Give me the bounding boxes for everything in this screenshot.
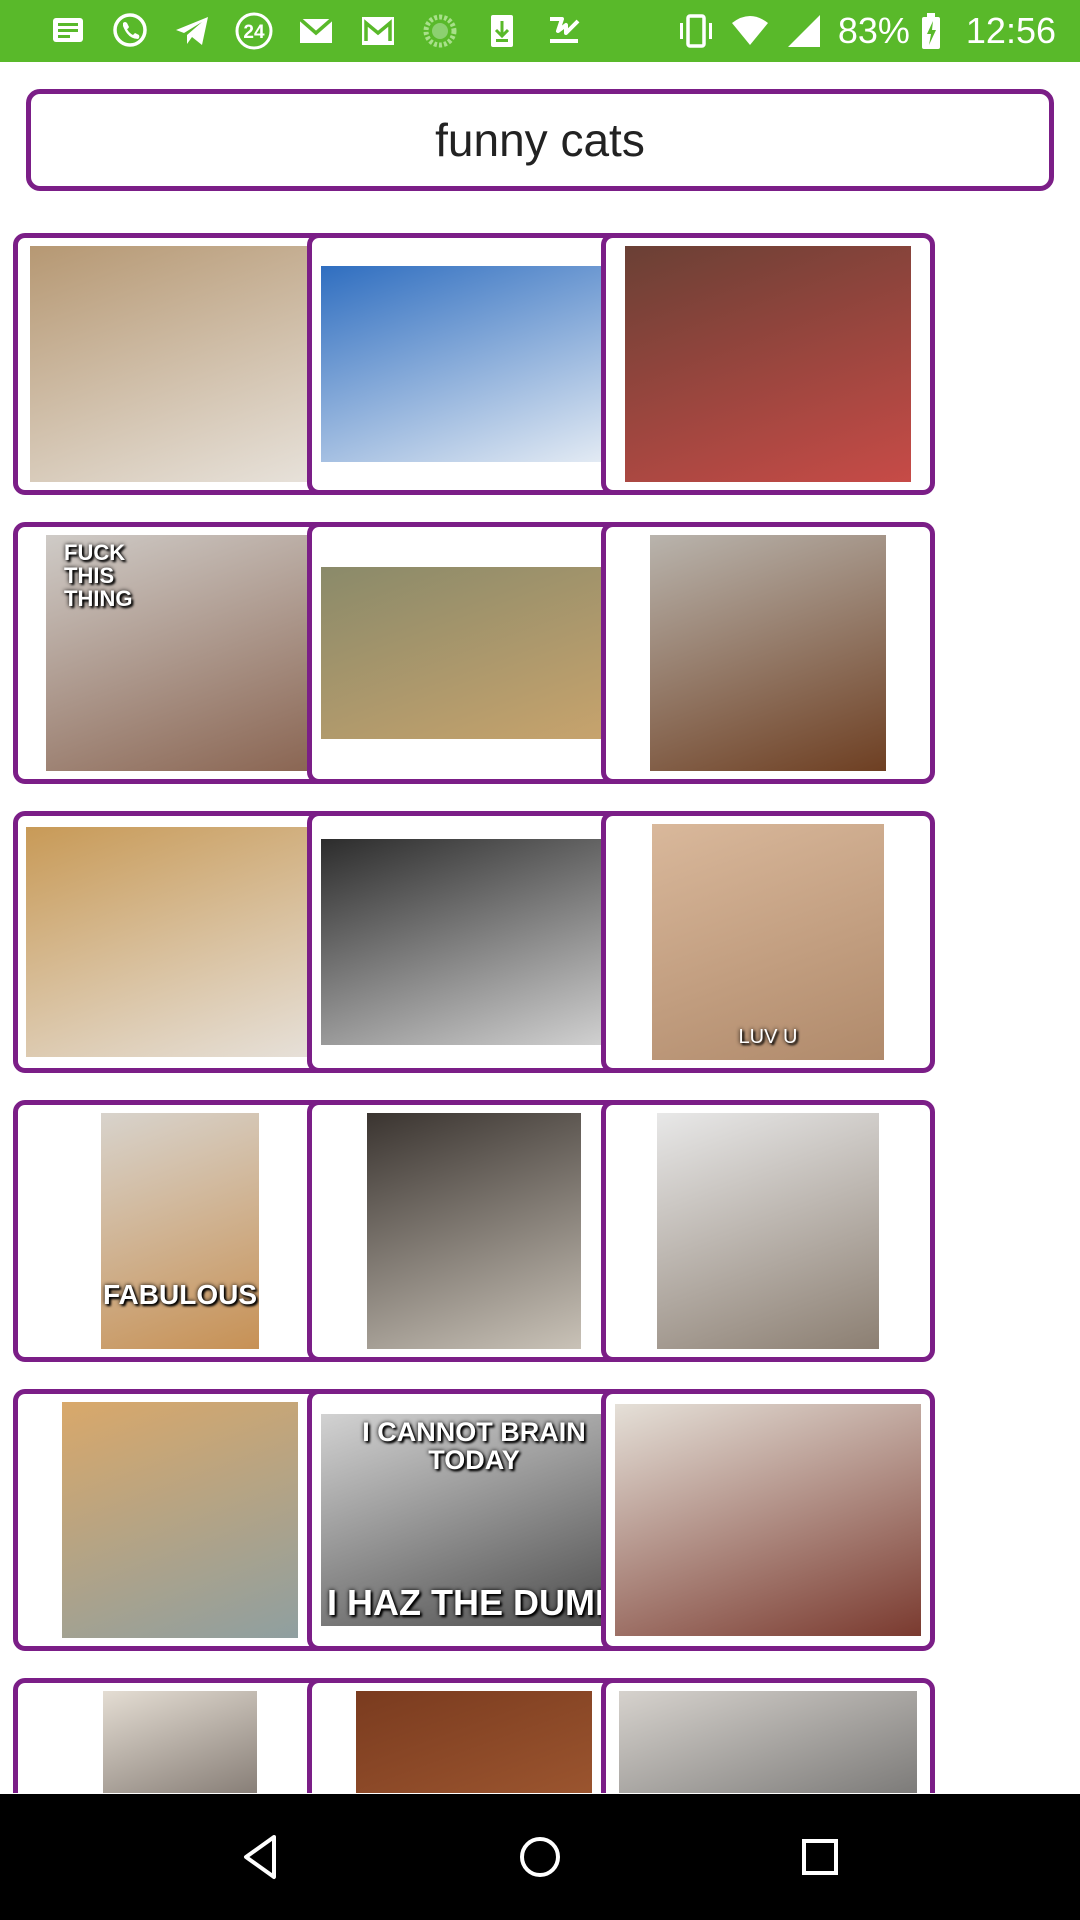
gif-card[interactable] xyxy=(601,1389,935,1651)
gif-thumbnail: FABULOUS xyxy=(101,1113,259,1349)
gif-card[interactable] xyxy=(13,233,347,495)
gif-thumbnail xyxy=(321,839,627,1045)
gif-card[interactable]: I CANNOT BRAIN TODAY I HAZ THE DUMB xyxy=(307,1389,641,1651)
status-bar-notifications: 24 xyxy=(48,11,606,51)
clock: 12:56 xyxy=(965,10,1056,51)
gmail-icon xyxy=(296,11,336,51)
search-box[interactable] xyxy=(26,89,1054,191)
gif-thumbnail xyxy=(62,1402,298,1638)
gif-thumbnail xyxy=(650,535,886,771)
vibrate-icon xyxy=(676,11,716,51)
notification-count-icon: 24 xyxy=(234,11,274,51)
status-bar-system: 83% 12:56 xyxy=(676,10,1056,52)
gif-card[interactable] xyxy=(307,1100,641,1362)
wifi-icon xyxy=(730,11,770,51)
gif-card[interactable]: LUV U xyxy=(601,811,935,1073)
download-icon xyxy=(482,11,522,51)
recents-icon xyxy=(802,1839,838,1875)
gif-card[interactable] xyxy=(13,811,347,1073)
gif-card[interactable] xyxy=(601,1100,935,1362)
notification-count: 24 xyxy=(243,22,265,43)
gif-caption-top: I CANNOT BRAIN TODAY xyxy=(362,1417,586,1476)
gif-caption-bottom: I HAZ THE DUMB xyxy=(327,1582,621,1624)
gif-thumbnail xyxy=(367,1113,581,1349)
recents-button[interactable] xyxy=(780,1817,860,1897)
cell-signal-icon xyxy=(784,11,824,51)
gif-card[interactable] xyxy=(13,1389,347,1651)
back-button[interactable] xyxy=(220,1817,300,1897)
gif-caption: LUV U xyxy=(738,1026,798,1048)
gif-thumbnail: I CANNOT BRAIN TODAY I HAZ THE DUMB xyxy=(321,1414,627,1626)
task-check-icon xyxy=(544,11,584,51)
back-icon xyxy=(244,1835,276,1879)
gif-caption: FABULOUS xyxy=(103,1278,257,1310)
gif-card[interactable]: FUCK THIS THING xyxy=(13,522,347,784)
message-icon xyxy=(48,11,88,51)
gif-card[interactable] xyxy=(307,233,641,495)
gif-thumbnail xyxy=(26,827,334,1057)
gif-card[interactable] xyxy=(307,1678,641,1793)
gif-thumbnail xyxy=(356,1691,592,1793)
gif-card[interactable]: FABULOUS xyxy=(13,1100,347,1362)
viber-icon xyxy=(110,11,150,51)
navigation-bar xyxy=(0,1794,1080,1920)
gif-card[interactable] xyxy=(601,233,935,495)
gif-thumbnail xyxy=(619,1691,917,1793)
loading-icon xyxy=(420,11,460,51)
gif-thumbnail xyxy=(615,1404,921,1636)
gmail-icon xyxy=(358,11,398,51)
gif-card[interactable] xyxy=(601,522,935,784)
gif-grid[interactable]: FUCK THIS THING LUV U FABULOUS I CANNOT BRA… xyxy=(13,233,1067,1793)
gif-card[interactable] xyxy=(307,811,641,1073)
gif-thumbnail xyxy=(321,266,627,462)
gif-thumbnail: FUCK THIS THING xyxy=(46,535,314,771)
status-bar: 24 83% 12:56 xyxy=(0,0,1080,62)
gif-thumbnail xyxy=(625,246,911,482)
gif-thumbnail xyxy=(103,1691,257,1793)
battery-charging-icon xyxy=(920,11,942,51)
gif-thumbnail xyxy=(657,1113,879,1349)
home-button[interactable] xyxy=(500,1817,580,1897)
gif-thumbnail xyxy=(321,567,627,739)
search-input[interactable] xyxy=(31,112,1049,168)
gif-thumbnail xyxy=(30,246,330,482)
gif-card[interactable] xyxy=(307,522,641,784)
gif-thumbnail: LUV U xyxy=(652,824,884,1060)
gif-card[interactable] xyxy=(601,1678,935,1793)
home-icon xyxy=(520,1837,560,1877)
gif-caption: FUCK THIS THING xyxy=(64,540,133,612)
gif-card[interactable] xyxy=(13,1678,347,1793)
battery-percent: 83% xyxy=(837,10,910,51)
telegram-icon xyxy=(172,11,212,51)
